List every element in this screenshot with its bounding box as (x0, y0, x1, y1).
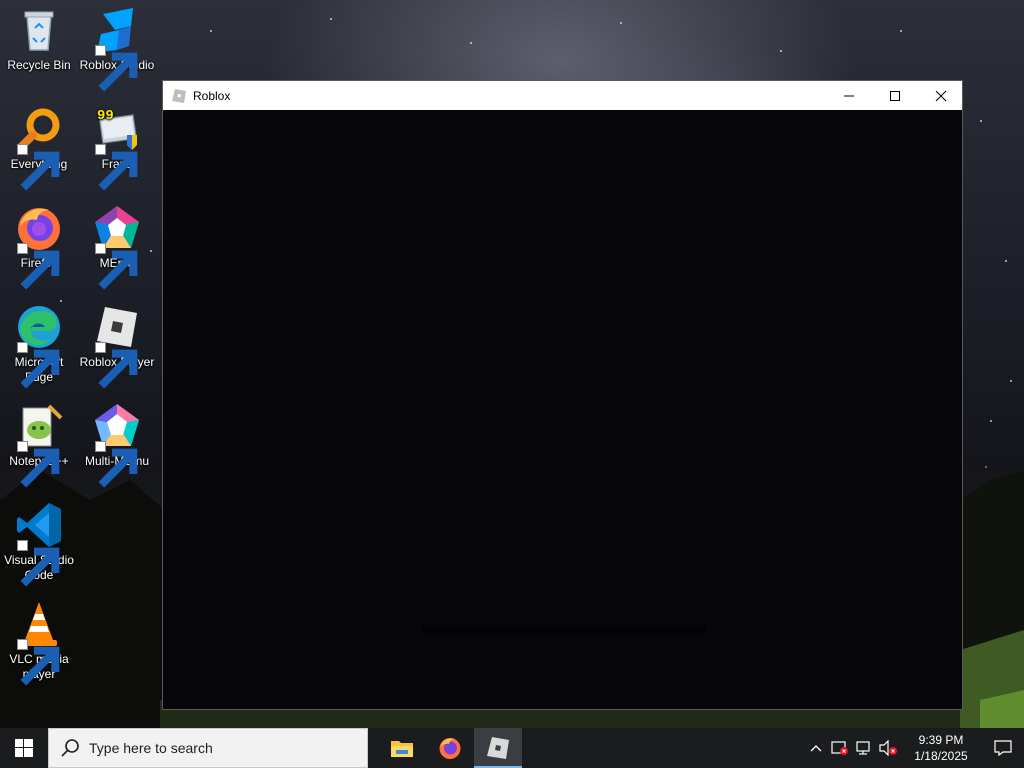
desktop-icon-multi-memu[interactable]: Multi-MEmu (78, 402, 156, 488)
roblox-window: Roblox (162, 80, 963, 710)
desktop-icon-vscode[interactable]: Visual Studio Code (0, 501, 78, 587)
security-icon (831, 741, 848, 755)
network-tray-button[interactable] (852, 728, 876, 768)
desktop-icon-label: Recycle Bin (7, 58, 71, 72)
show-hidden-icons-button[interactable] (804, 728, 828, 768)
taskbar-search-box[interactable]: Type here to search (48, 728, 368, 768)
windows-logo-icon (15, 739, 33, 757)
window-titlebar[interactable]: Roblox (163, 81, 962, 110)
shortcut-arrow-icon (95, 144, 138, 191)
minimize-button[interactable] (826, 81, 872, 110)
roblox-icon (172, 88, 186, 103)
clock-date: 1/18/2025 (914, 749, 968, 763)
shortcut-arrow-icon (17, 540, 60, 587)
desktop-icon-everything[interactable]: Everything (0, 105, 78, 191)
chevron-up-icon (810, 745, 822, 752)
volume-tray-button[interactable] (876, 728, 900, 768)
taskbar-app-roblox[interactable] (474, 728, 522, 768)
security-tray-button[interactable] (828, 728, 852, 768)
svg-text:99: 99 (97, 108, 114, 124)
shortcut-arrow-icon (17, 243, 60, 290)
start-button[interactable] (0, 728, 48, 768)
desktop-icon-roblox-studio[interactable]: Roblox Studio (78, 6, 156, 92)
file-explorer-icon (391, 741, 413, 757)
network-icon (856, 741, 870, 755)
close-icon (935, 90, 947, 101)
taskbar: Type here to search 9:39 PM 1/18/2025 (0, 728, 1024, 768)
search-icon (61, 739, 79, 757)
shortcut-arrow-icon (95, 243, 138, 290)
firefox-icon (439, 738, 461, 759)
shortcut-arrow-icon (17, 342, 60, 389)
roblox-icon (487, 737, 509, 759)
clock-time: 9:39 PM (918, 733, 964, 747)
maximize-button[interactable] (872, 81, 918, 110)
taskbar-app-firefox[interactable] (426, 728, 474, 768)
volume-muted-icon (879, 740, 897, 756)
desktop-icon-recycle-bin[interactable]: Recycle Bin (0, 6, 78, 73)
action-center-button[interactable] (982, 728, 1024, 768)
shortcut-arrow-icon (95, 45, 138, 92)
shortcut-arrow-icon (95, 441, 138, 488)
shortcut-arrow-icon (17, 441, 60, 488)
desktop-icon-vlc[interactable]: VLC media player (0, 600, 78, 686)
desktop-icon-fraps[interactable]: 99 Fraps (78, 105, 156, 191)
desktop-icon-firefox[interactable]: Firefox (0, 204, 78, 290)
search-placeholder: Type here to search (89, 740, 213, 756)
notification-icon (994, 740, 1012, 756)
recycle-bin-icon (24, 11, 54, 51)
maximize-icon (890, 90, 900, 101)
close-button[interactable] (918, 81, 964, 110)
desktop-icon-roblox-player[interactable]: Roblox Player (78, 303, 156, 389)
shortcut-arrow-icon (95, 342, 138, 389)
shortcut-arrow-icon (17, 639, 60, 686)
desktop-icon-microsoft-edge[interactable]: Microsoft Edge (0, 303, 78, 389)
desktop-icon-notepadpp[interactable]: Notepad++ (0, 402, 78, 488)
system-tray: 9:39 PM 1/18/2025 (804, 728, 1024, 768)
desktop-icon-memu[interactable]: MEmu (78, 204, 156, 290)
shortcut-arrow-icon (17, 144, 60, 191)
loading-bar (421, 625, 707, 635)
minimize-icon (844, 95, 854, 96)
window-title: Roblox (193, 88, 231, 103)
taskbar-clock[interactable]: 9:39 PM 1/18/2025 (906, 732, 976, 764)
taskbar-app-file-explorer[interactable] (378, 728, 426, 768)
roblox-game-viewport[interactable] (163, 110, 962, 709)
